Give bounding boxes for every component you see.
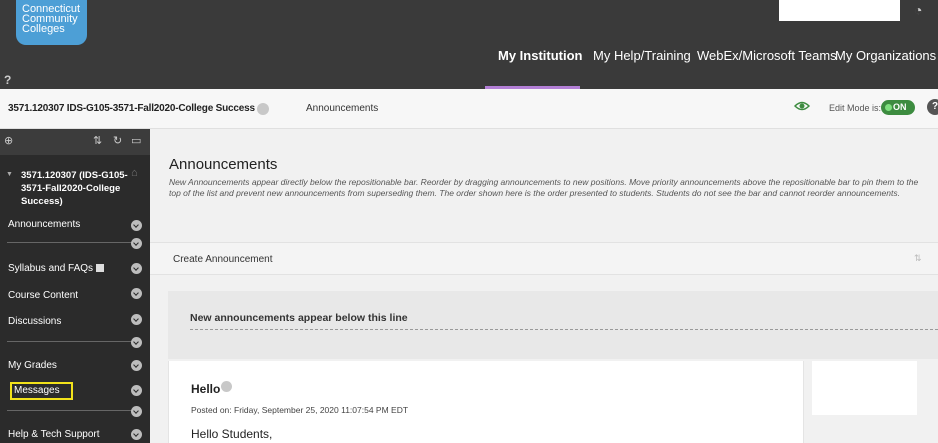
search-input[interactable] — [779, 0, 900, 21]
student-preview-icon[interactable] — [794, 98, 810, 114]
top-header: Connecticut Community Colleges ◔ ? My In… — [0, 0, 938, 89]
help-icon[interactable]: ? — [927, 99, 938, 115]
sidebar-item-syllabus[interactable]: Syllabus and FAQs — [8, 263, 104, 274]
chevron-down-icon[interactable] — [131, 288, 142, 299]
chevron-down-icon[interactable] — [257, 103, 269, 115]
create-announcement-button[interactable]: Create Announcement — [173, 254, 273, 265]
menu-divider — [7, 341, 139, 342]
sidebar-course-name[interactable]: 3571.120307 (IDS-G105-3571-Fall2020-Coll… — [21, 169, 131, 208]
sidebar-item-course-content[interactable]: Course Content — [8, 290, 78, 301]
author-info-box — [812, 361, 917, 415]
action-bar: Create Announcement ⇅ — [150, 242, 938, 275]
college-logo[interactable]: Connecticut Community Colleges — [16, 0, 87, 45]
menu-divider — [7, 410, 139, 411]
nav-webex-teams[interactable]: WebEx/Microsoft Teams — [697, 48, 837, 68]
folder-view-icon[interactable]: ▭ — [131, 134, 141, 147]
course-menu: ⊕ ⇅ ↻ ▭ ▼ 3571.120307 (IDS-G105-3571-Fal… — [0, 129, 150, 443]
chevron-down-icon[interactable] — [221, 381, 232, 392]
page-title: Announcements — [169, 156, 278, 173]
repositionable-bar[interactable]: New announcements appear below this line — [168, 291, 938, 359]
announcement-body: Hello Students, — [191, 427, 273, 441]
announcement-item[interactable]: Hello Posted on: Friday, September 25, 2… — [168, 361, 938, 443]
chevron-down-icon[interactable] — [131, 385, 142, 396]
help-icon[interactable]: ? — [4, 73, 11, 87]
menu-divider — [7, 242, 139, 243]
sidebar-item-help-support[interactable]: Help & Tech Support — [8, 429, 100, 440]
nav-my-help-training[interactable]: My Help/Training — [593, 48, 691, 68]
course-bar: 3571.120307 IDS-G105-3571-Fall2020-Colle… — [0, 89, 938, 129]
repositionable-label: New announcements appear below this line — [190, 312, 408, 324]
menu-toolbar: ⊕ ⇅ ↻ ▭ — [0, 129, 150, 155]
breadcrumb: Announcements — [306, 103, 379, 114]
edit-mode-toggle[interactable]: ON — [881, 100, 915, 115]
home-icon[interactable]: ⌂ — [131, 167, 138, 179]
sort-icon[interactable]: ⇅ — [914, 253, 922, 264]
chevron-down-icon[interactable] — [131, 238, 142, 249]
chevron-down-icon[interactable] — [131, 220, 142, 231]
nav-my-organizations[interactable]: My Organizations — [835, 48, 936, 68]
highlight-box — [10, 382, 73, 400]
power-icon[interactable]: ◔ — [914, 2, 922, 18]
chevron-down-icon[interactable] — [131, 314, 142, 325]
sidebar-item-my-grades[interactable]: My Grades — [8, 360, 57, 371]
sidebar-item-discussions[interactable]: Discussions — [8, 316, 61, 327]
dashed-divider — [190, 329, 938, 330]
page-description: New Announcements appear directly below … — [169, 177, 919, 198]
logo-line-3: Colleges — [22, 23, 65, 35]
main-content: Announcements New Announcements appear d… — [150, 129, 938, 443]
chevron-down-icon[interactable] — [131, 429, 142, 440]
add-menu-item-icon[interactable]: ⊕ — [4, 134, 13, 147]
reorder-icon[interactable]: ⇅ — [93, 134, 102, 147]
chevron-down-icon[interactable] — [131, 406, 142, 417]
announcement-title: Hello — [191, 382, 221, 396]
collapse-arrow-icon[interactable]: ▼ — [6, 171, 13, 178]
external-link-icon — [95, 264, 104, 273]
course-title-link[interactable]: 3571.120307 IDS-G105-3571-Fall2020-Colle… — [8, 103, 255, 114]
nav-my-institution[interactable]: My Institution — [498, 48, 583, 68]
chevron-down-icon[interactable] — [131, 337, 142, 348]
chevron-down-icon[interactable] — [131, 360, 142, 371]
sidebar-item-announcements[interactable]: Announcements — [8, 219, 80, 230]
announcement-meta-panel — [803, 361, 938, 443]
chevron-down-icon[interactable] — [131, 263, 142, 274]
refresh-icon[interactable]: ↻ — [113, 134, 122, 147]
announcement-date: Posted on: Friday, September 25, 2020 11… — [191, 405, 409, 415]
sidebar-item-label: Syllabus and FAQs — [8, 263, 94, 274]
edit-mode-label: Edit Mode is: — [829, 103, 882, 113]
